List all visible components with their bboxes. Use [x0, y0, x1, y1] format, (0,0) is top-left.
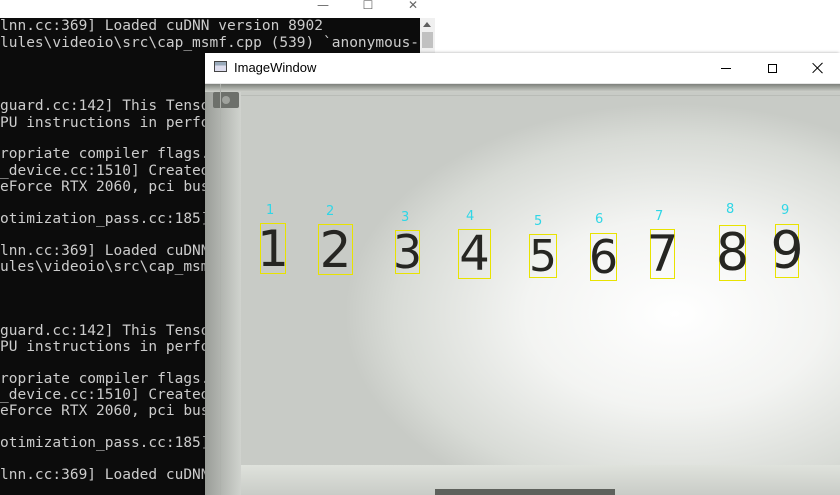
console-line: lnn.cc:369] Loaded cuDNN v	[0, 243, 227, 259]
console-line: lules\videoio\src\cap_msmf.cpp (539) `an…	[0, 35, 420, 51]
minimize-icon	[721, 67, 731, 69]
console-line: eForce RTX 2060, pci bus	[0, 179, 210, 195]
detection-box: 9	[770, 221, 804, 281]
detection-label: 6	[595, 212, 604, 227]
console-line: lnn.cc:369] Loaded cuDNN version 8902	[0, 18, 324, 34]
detection-box: 7	[646, 225, 679, 283]
console-line: otimization_pass.cc:185] N	[0, 435, 227, 451]
detection-label: 1	[266, 203, 275, 218]
console-titlebar: — ☐ ✕	[0, 0, 435, 19]
console-line: eForce RTX 2060, pci bus	[0, 403, 210, 419]
detection-label: 9	[781, 203, 790, 218]
console-line: _device.cc:1510] Created	[0, 163, 210, 179]
maximize-button[interactable]	[749, 53, 795, 83]
app-icon	[214, 61, 227, 72]
detection-label: 4	[466, 209, 475, 224]
console-line: ropriate compiler flags.	[0, 146, 210, 162]
console-line: ropriate compiler flags.	[0, 371, 210, 387]
handwritten-digit: 9	[770, 221, 804, 281]
handwritten-digit: 7	[646, 225, 679, 283]
detection-label: 8	[726, 202, 735, 217]
console-line: PU instructions in perfor	[0, 115, 219, 131]
close-button[interactable]	[795, 53, 840, 83]
console-line: ules\videoio\src\cap_msmf.	[0, 259, 227, 275]
maximize-icon	[767, 63, 777, 73]
console-line: PU instructions in perfor	[0, 339, 219, 355]
camera-image: 112233445566778899	[205, 84, 840, 495]
detection-box: 2	[318, 220, 353, 279]
detection-label: 5	[534, 214, 543, 229]
handwritten-digit: 3	[392, 225, 423, 279]
console-line: guard.cc:142] This TensorF	[0, 98, 227, 114]
detection-label: 3	[401, 210, 410, 225]
keyboard-edge	[435, 489, 615, 495]
detection-box: 8	[715, 223, 750, 283]
detection-box: 1	[257, 219, 289, 278]
image-window: ImageWindow 112233445566778899	[205, 53, 840, 495]
detection-box: 4	[458, 226, 491, 282]
handwritten-digit: 5	[529, 230, 557, 282]
handwritten-digit: 8	[715, 223, 750, 283]
scroll-thumb[interactable]	[422, 32, 433, 48]
handwritten-digit: 1	[257, 219, 289, 278]
handwritten-digit: 6	[588, 230, 619, 284]
image-window-titlebar[interactable]: ImageWindow	[205, 53, 840, 84]
handwritten-digit: 2	[319, 220, 352, 279]
detection-box: 5	[529, 230, 557, 282]
monitor-frame-top	[205, 84, 840, 92]
paper-edge	[241, 95, 840, 96]
frame-edge	[220, 84, 221, 495]
close-icon	[812, 62, 824, 74]
detection-box: 6	[588, 230, 619, 284]
handwritten-digit: 4	[459, 226, 490, 282]
console-line: otimization_pass.cc:185] N	[0, 211, 227, 227]
console-maximize-icon[interactable]: ☐	[345, 0, 391, 18]
desktop-background	[435, 0, 840, 53]
scroll-up-icon[interactable]	[423, 22, 431, 27]
window-title: ImageWindow	[234, 60, 317, 75]
console-line: guard.cc:142] This TensorF	[0, 323, 227, 339]
console-line: _device.cc:1510] Created	[0, 387, 210, 403]
webcam-icon	[213, 92, 239, 108]
minimize-button[interactable]	[703, 53, 749, 83]
console-close-icon[interactable]: ✕	[390, 0, 436, 18]
detection-label: 7	[655, 209, 664, 224]
monitor-frame	[205, 84, 241, 495]
detection-label: 2	[326, 204, 335, 219]
console-line: lnn.cc:369] Loaded cuDNN v	[0, 467, 227, 483]
detection-box: 3	[392, 225, 423, 279]
console-minimize-icon[interactable]: —	[300, 0, 346, 18]
